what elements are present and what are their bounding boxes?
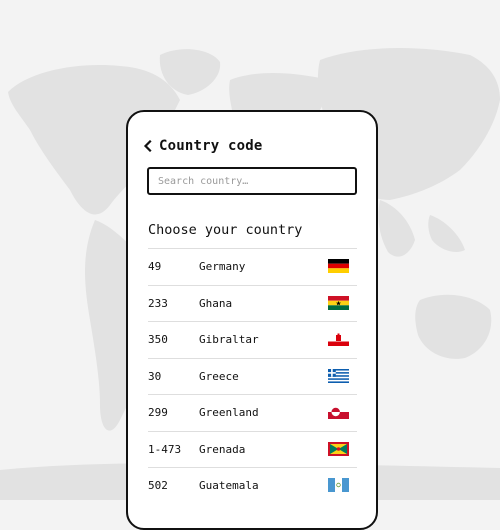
country-name: Grenada	[199, 442, 246, 456]
back-button[interactable]	[140, 136, 156, 156]
page-title: Country code	[159, 138, 263, 154]
country-code: 502	[148, 479, 168, 493]
guatemala-flag-icon	[328, 478, 349, 492]
list-item-gibraltar[interactable]: 350 Gibraltar	[148, 321, 357, 358]
list-item-ghana[interactable]: 233 Ghana	[148, 284, 357, 322]
grenada-flag-icon	[328, 441, 349, 456]
chevron-left-icon	[143, 140, 152, 152]
country-code: 30	[148, 369, 162, 383]
country-code: 299	[148, 406, 168, 420]
gibraltar-flag-icon	[328, 332, 349, 346]
country-list: 49 Germany 233 Ghana 350 Gibraltar 30 Gr…	[148, 248, 357, 504]
country-name: Gibraltar	[199, 333, 259, 347]
list-item-guatemala[interactable]: 502 Guatemala	[148, 467, 357, 504]
country-code: 49	[148, 260, 162, 274]
list-item-germany[interactable]: 49 Germany	[148, 248, 357, 285]
greenland-flag-icon	[328, 405, 349, 419]
country-name: Germany	[199, 260, 246, 274]
app-header: Country code	[140, 136, 263, 156]
section-heading: Choose your country	[148, 222, 303, 238]
country-code: 350	[148, 333, 168, 347]
country-name: Greece	[199, 369, 239, 383]
germany-flag-icon	[328, 259, 349, 273]
greece-flag-icon	[328, 368, 349, 383]
list-item-greece[interactable]: 30 Greece	[148, 357, 357, 395]
search-input[interactable]	[147, 167, 357, 195]
phone-frame: Country code Choose your country 49 Germ…	[126, 110, 378, 530]
country-name: Ghana	[199, 296, 233, 310]
list-item-greenland[interactable]: 299 Greenland	[148, 394, 357, 431]
country-name: Greenland	[199, 406, 259, 420]
country-code: 1-473	[148, 442, 182, 456]
country-code: 233	[148, 296, 168, 310]
country-name: Guatemala	[199, 479, 259, 493]
ghana-flag-icon	[328, 295, 349, 310]
list-item-grenada[interactable]: 1-473 Grenada	[148, 430, 357, 468]
